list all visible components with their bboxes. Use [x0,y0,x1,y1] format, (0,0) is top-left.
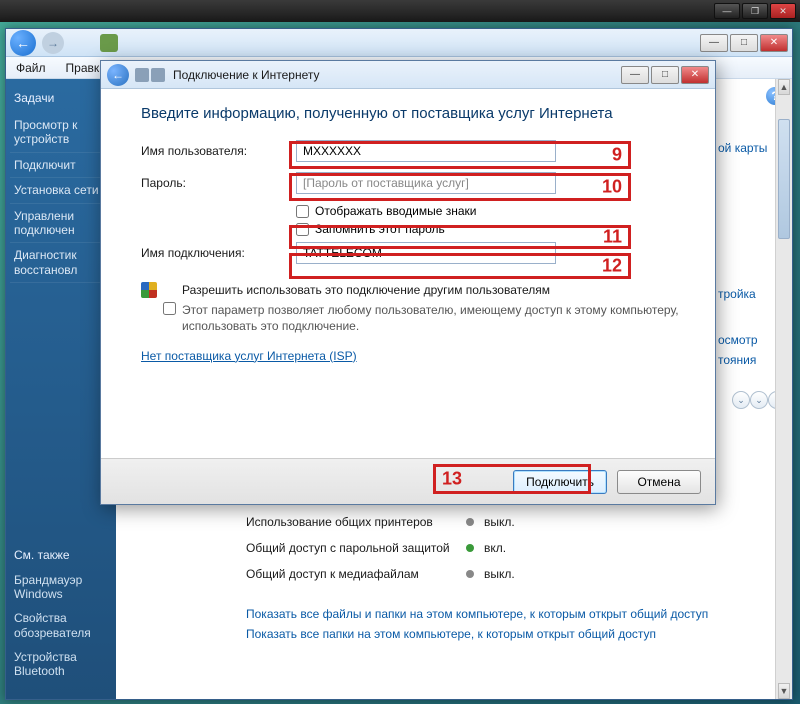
taskbar-min-button[interactable]: — [714,3,740,19]
dialog-min-button[interactable]: — [621,66,649,84]
connect-internet-dialog: ← Подключение к Интернету — □ ✕ Введите … [100,60,716,505]
sidebar-item[interactable]: Управлени подключен [10,204,112,244]
monitor-icon [151,68,165,82]
cancel-button[interactable]: Отмена [617,470,701,494]
dialog-max-button[interactable]: □ [651,66,679,84]
sharing-state: выкл. [484,567,515,581]
main-window-controls: — □ ✕ [698,34,788,52]
sidebar-footer-title: См. также [10,543,112,567]
shared-folders-link[interactable]: Показать все папки на этом компьютере, к… [246,627,786,641]
scroll-up-icon[interactable]: ▲ [778,79,790,95]
label-remember: Запомнить этот пароль [315,222,445,236]
row-password: Пароль: [141,172,687,194]
sharing-state: выкл. [484,515,515,529]
sidebar-item[interactable]: Установка сети [10,178,112,203]
nav-forward-button[interactable]: → [42,32,64,54]
sharing-links: Показать все файлы и папки на этом компь… [246,607,786,641]
sidebar-footer: См. также Брандмауэр Windows Свойства об… [10,543,112,684]
sidebar-item[interactable]: Диагностик восстановл [10,243,112,283]
main-max-button[interactable]: □ [730,34,758,52]
taskbar-close-button[interactable]: ✕ [770,3,796,19]
desktop-taskbar: — ❐ ✕ [0,0,800,22]
sidebar-footer-item[interactable]: Брандмауэр Windows [10,568,112,607]
callout-num: 13 [442,469,462,490]
sharing-label: Использование общих принтеров [246,515,466,529]
label-show-chars: Отображать вводимые знаки [315,204,476,218]
label-conn-name: Имя подключения: [141,246,296,260]
sharing-state: вкл. [484,541,506,555]
address-icon [100,34,118,52]
dialog-titlebar: ← Подключение к Интернету — □ ✕ [101,61,715,89]
conn-name-input[interactable] [296,242,556,264]
scroll-thumb[interactable] [778,119,790,239]
dialog-window-controls: — □ ✕ [619,66,709,84]
row-username: Имя пользователя: [141,140,687,162]
taskbar-restore-button[interactable]: ❐ [742,3,768,19]
username-input[interactable] [296,140,556,162]
status-dot-icon [466,570,474,578]
expand-chevron-icon[interactable]: ⌄ [750,391,768,409]
dialog-title-icons [135,68,165,82]
connect-button[interactable]: Подключить [513,470,607,494]
row-remember: Запомнить этот пароль [296,222,687,236]
sidebar-footer-item[interactable]: Свойства обозревателя [10,606,112,645]
menu-file[interactable]: Файл [6,61,56,75]
globe-icon [135,68,149,82]
sidebar-item[interactable]: Подключит [10,153,112,178]
dialog-footer: 13 Подключить Отмена [101,458,715,504]
allow-text: Разрешить использовать это подключение д… [182,282,687,335]
allow-title: Разрешить использовать это подключение д… [182,283,550,297]
shared-files-link[interactable]: Показать все файлы и папки на этом компь… [246,607,786,621]
row-conn-name: Имя подключения: [141,242,687,264]
sharing-label: Общий доступ к медиафайлам [246,567,466,581]
label-username: Имя пользователя: [141,144,296,158]
sidebar-footer-item[interactable]: Устройства Bluetooth [10,645,112,684]
sharing-row: Общий доступ с парольной защитой вкл. [246,535,786,561]
password-input[interactable] [296,172,556,194]
allow-sub: Этот параметр позволяет любому пользоват… [182,302,687,334]
allow-block: Разрешить использовать это подключение д… [141,282,687,335]
sharing-row: Использование общих принтеров выкл. [246,509,786,535]
dialog-title: Подключение к Интернету [173,68,320,82]
show-chars-checkbox[interactable] [296,205,309,218]
sidebar-item[interactable]: Просмотр к устройств [10,113,112,153]
shield-icon [141,282,157,298]
scrollbar[interactable]: ▲ ▼ [775,79,792,699]
nav-back-button[interactable]: ← [10,30,36,56]
main-titlebar: ← → — □ ✕ [6,29,792,57]
no-isp-link[interactable]: Нет поставщика услуг Интернета (ISP) [141,349,357,363]
dialog-close-button[interactable]: ✕ [681,66,709,84]
row-show-chars: Отображать вводимые знаки [296,204,687,218]
status-dot-icon [466,518,474,526]
allow-others-checkbox[interactable] [163,282,176,335]
dialog-heading: Введите информацию, полученную от постав… [141,105,687,122]
sharing-block: Использование общих принтеров выкл. Общи… [246,509,786,647]
main-close-button[interactable]: ✕ [760,34,788,52]
sidebar-title: Задачи [10,87,112,113]
main-min-button[interactable]: — [700,34,728,52]
expand-chevron-icon[interactable]: ⌄ [732,391,750,409]
sharing-row: Общий доступ к медиафайлам выкл. [246,561,786,587]
scroll-down-icon[interactable]: ▼ [778,683,790,699]
sharing-label: Общий доступ с парольной защитой [246,541,466,555]
status-dot-icon [466,544,474,552]
dialog-back-button[interactable]: ← [107,64,129,86]
dialog-body: Введите информацию, полученную от постав… [101,89,715,377]
label-password: Пароль: [141,176,296,190]
remember-checkbox[interactable] [296,223,309,236]
